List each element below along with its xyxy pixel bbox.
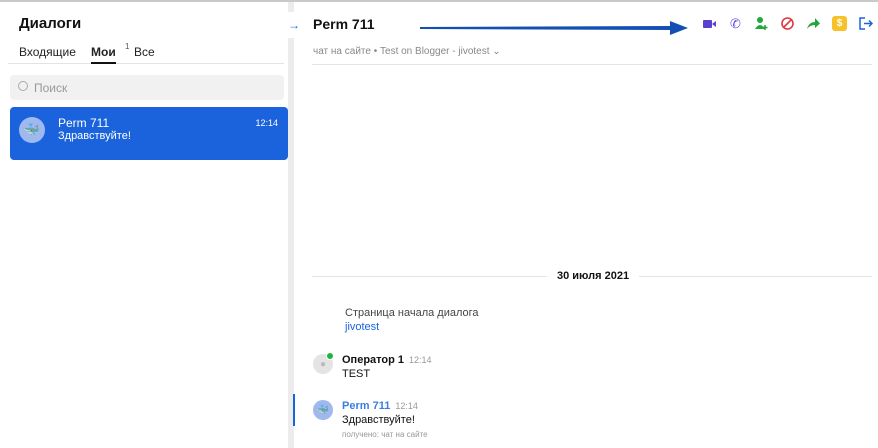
online-status-icon	[326, 352, 334, 360]
dialog-name: Perm 711	[58, 116, 110, 130]
collapse-arrow-icon[interactable]: →	[285, 12, 303, 38]
message-time: 12:14	[395, 401, 418, 411]
chat-toolbar: ✆ $	[702, 16, 874, 31]
search-input[interactable]: Поиск	[10, 75, 284, 100]
dialog-time: 12:14	[255, 118, 278, 128]
header-divider	[312, 64, 872, 65]
search-placeholder: Поиск	[34, 81, 68, 95]
tab-mine[interactable]: Мои	[91, 45, 116, 64]
dialog-preview: Здравствуйте!	[58, 130, 131, 142]
start-page-link[interactable]: jivotest	[345, 321, 379, 333]
chat-subtitle[interactable]: чат на сайте • Test on Blogger - jivotes…	[313, 46, 501, 57]
chat-title: Perm 711	[313, 16, 375, 32]
chevron-down-icon[interactable]: ⌄	[492, 46, 500, 57]
message-author: Оператор 1	[342, 354, 405, 366]
search-icon	[18, 81, 28, 91]
tab-incoming[interactable]: Входящие	[19, 45, 76, 59]
date-label: 30 июля 2021	[547, 270, 640, 282]
block-icon[interactable]	[780, 16, 795, 31]
add-user-icon[interactable]	[754, 16, 769, 31]
dialog-list-item[interactable]: 🐳 Perm 711 Здравствуйте! 12:14	[10, 107, 288, 160]
start-page-label: Страница начала диалога	[345, 307, 479, 319]
message-text: TEST	[342, 368, 371, 380]
tab-all[interactable]: Все	[134, 45, 155, 59]
message-author: Perm 711	[342, 400, 391, 412]
message-time: 12:14	[409, 355, 432, 365]
panel-divider	[288, 2, 294, 448]
message-text: Здравствуйте!	[342, 414, 415, 426]
dialog-tabs: Входящие Мои 1 Все	[8, 42, 284, 64]
panel-title: Диалоги	[19, 15, 82, 32]
dialogs-panel: Диалоги Входящие Мои 1 Все Поиск 🐳 Perm …	[0, 2, 293, 448]
whale-avatar-icon: 🐳	[313, 400, 333, 420]
exit-icon[interactable]	[858, 16, 874, 31]
phone-icon[interactable]: ✆	[728, 16, 743, 31]
annotation-arrow-icon	[420, 21, 688, 35]
chat-source: чат на сайте • Test on Blogger - jivotes…	[313, 46, 490, 57]
tab-mine-badge: 1	[125, 42, 130, 51]
whale-avatar-icon: 🐳	[19, 117, 45, 143]
video-icon[interactable]	[702, 16, 717, 31]
forward-icon[interactable]	[806, 16, 821, 31]
selected-message-marker	[293, 394, 295, 426]
message-meta: получено: чат на сайте	[342, 430, 428, 439]
payment-icon[interactable]: $	[832, 16, 847, 31]
